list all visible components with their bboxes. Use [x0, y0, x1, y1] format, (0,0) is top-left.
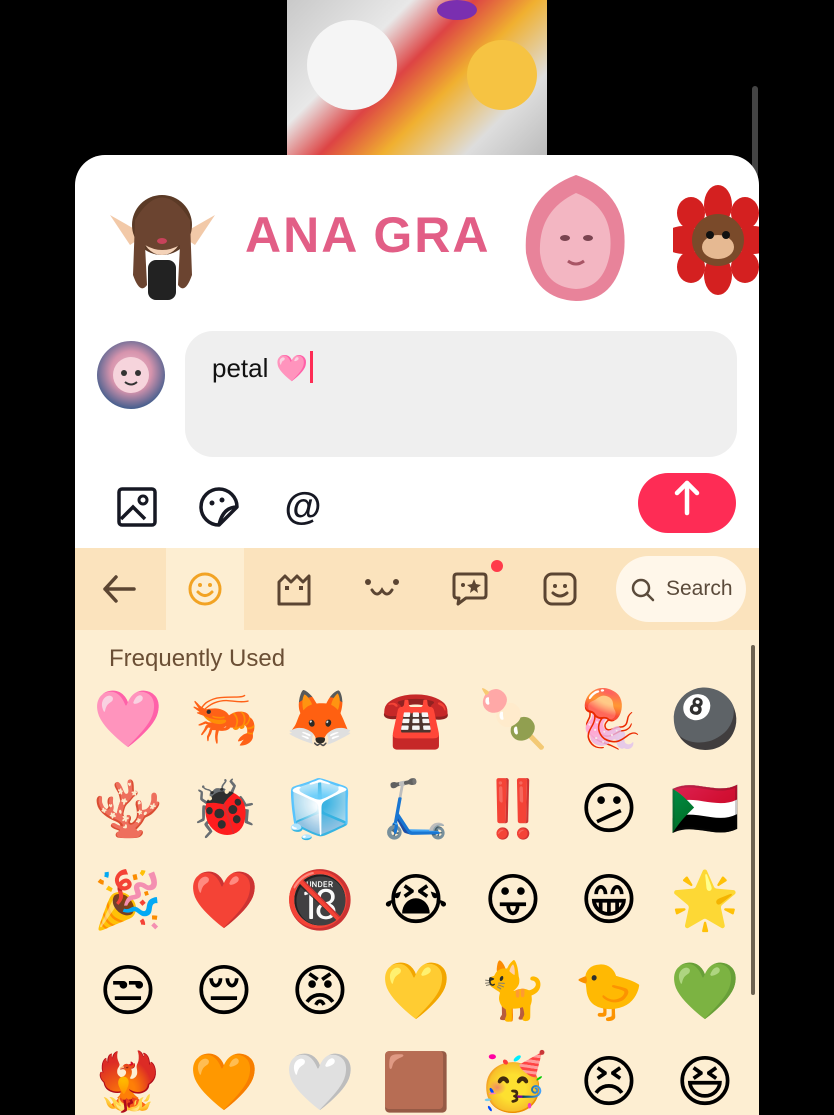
emoji-key[interactable]: 🌟 — [670, 866, 740, 936]
send-button[interactable] — [638, 473, 736, 533]
video-blot — [467, 40, 537, 110]
emoji-key[interactable]: 🦐 — [189, 685, 259, 755]
section-title: Frequently Used — [109, 645, 286, 672]
emoji-keyboard: Search Frequently Used 🩷 🦐 🦊 ☎️ 🍡 🪼 🎱 🪸 🐞 🧊 🛴 ‼️ 😕 🇸🇩… — [75, 548, 759, 1115]
emoji-key[interactable]: 🔞 — [285, 866, 355, 936]
monkey-flower[interactable] — [663, 185, 759, 295]
ana-gra-banner[interactable]: ANA GRA — [245, 205, 490, 265]
emoji-key[interactable]: 🐦‍🔥 — [93, 1048, 163, 1115]
sticker-icon[interactable] — [197, 485, 241, 529]
emoji-key[interactable]: 🐤 — [574, 957, 644, 1027]
back-arrow-icon[interactable] — [80, 548, 158, 630]
emoji-search-button[interactable]: Search — [616, 556, 746, 622]
video-blot — [437, 0, 477, 20]
emoji-key[interactable]: 🧡 — [189, 1048, 259, 1115]
emoji-key[interactable]: 🪼 — [574, 685, 644, 755]
emoji-key[interactable]: 🪸 — [93, 775, 163, 845]
emoji-key[interactable]: 🤍 — [285, 1048, 355, 1115]
emoji-key[interactable]: 😡 — [285, 957, 355, 1027]
emoji-key[interactable]: 🦊 — [285, 685, 355, 755]
emoji-key[interactable]: 🇸🇩 — [670, 775, 740, 845]
face-icon[interactable] — [521, 548, 599, 630]
user-avatar[interactable] — [97, 341, 165, 409]
emoji-key[interactable]: 😣 — [574, 1048, 644, 1115]
emoji-key[interactable]: 😒 — [93, 957, 163, 1027]
image-icon[interactable] — [115, 485, 159, 529]
notification-dot — [491, 560, 503, 572]
search-icon — [631, 578, 655, 602]
emoji-key[interactable]: ‼️ — [478, 775, 548, 845]
text-caret — [309, 351, 313, 383]
emoji-key[interactable]: 💚 — [670, 957, 740, 1027]
emoji-key[interactable]: 🛴 — [381, 775, 451, 845]
emoji-key[interactable]: 🟫 — [381, 1048, 451, 1115]
comment-sheet: ANA GRA petal 🩷 @ Search Frequently Used… — [75, 155, 759, 1115]
comment-input-text: petal 🩷 — [212, 353, 308, 383]
keyboard-toolbar: Search — [75, 548, 759, 630]
video-blot — [307, 20, 397, 110]
emoji-key[interactable]: 🧊 — [285, 775, 355, 845]
emoji-key[interactable]: 😛 — [478, 866, 548, 936]
emoji-icon[interactable] — [166, 548, 244, 630]
background-video — [287, 0, 547, 156]
arrow-up-icon — [638, 479, 736, 528]
avatar-girl-sticker[interactable] — [100, 175, 225, 310]
emoji-key[interactable]: 😭 — [381, 866, 451, 936]
gif-icon[interactable] — [255, 548, 333, 630]
emoji-key[interactable]: 😁 — [574, 866, 644, 936]
comment-input[interactable]: petal 🩷 — [185, 331, 737, 457]
emoji-key[interactable]: ☎️ — [381, 685, 451, 755]
emoji-key[interactable]: 😆 — [670, 1048, 740, 1115]
emoji-key[interactable]: 🐈 — [478, 957, 548, 1027]
emoji-key[interactable]: 🩷 — [93, 685, 163, 755]
emoji-key[interactable]: 🎱 — [670, 685, 740, 755]
emoji-key[interactable]: ❤️ — [189, 866, 259, 936]
emoji-key[interactable]: 🎉 — [93, 866, 163, 936]
search-label: Search — [666, 577, 733, 600]
emoji-key[interactable]: 🥳 — [478, 1048, 548, 1115]
keyboard-scrollbar[interactable] — [751, 645, 755, 995]
at-icon[interactable]: @ — [281, 485, 325, 529]
emoji-key[interactable]: 🍡 — [478, 685, 548, 755]
rose-petal-face[interactable] — [520, 173, 632, 303]
emoji-key[interactable]: 🐞 — [189, 775, 259, 845]
emoji-key[interactable]: 😕 — [574, 775, 644, 845]
emoji-key[interactable]: 😔 — [189, 957, 259, 1027]
emoji-key[interactable]: 💛 — [381, 957, 451, 1027]
sticker-strip: ANA GRA — [75, 155, 759, 315]
kaomoji-icon[interactable] — [343, 548, 421, 630]
